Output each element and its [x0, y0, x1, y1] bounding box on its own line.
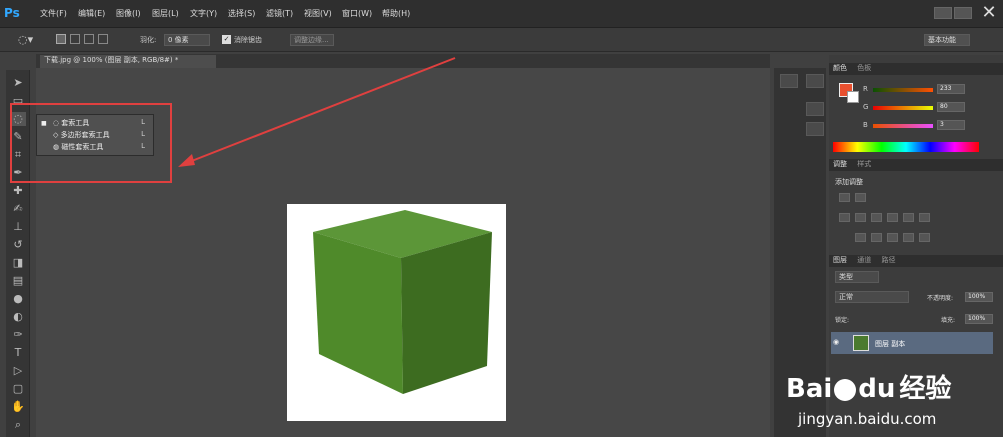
hand-tool-icon[interactable]: ✋ — [10, 400, 26, 414]
tab-swatches[interactable]: 色板 — [857, 64, 871, 72]
vibrance-icon[interactable] — [839, 213, 850, 222]
menu-item[interactable]: 图层(L) — [152, 8, 179, 22]
subtract-selection-icon[interactable] — [84, 34, 94, 44]
b-label: B — [863, 121, 868, 129]
shape-tool-icon[interactable]: ▢ — [10, 382, 26, 396]
posterize-icon[interactable] — [871, 233, 882, 242]
antialias-label: 消除锯齿 — [234, 36, 262, 44]
layer-name[interactable]: 图层 副本 — [875, 339, 905, 349]
photo-filter-icon[interactable] — [903, 213, 914, 222]
menu-item[interactable]: 选择(S) — [228, 8, 255, 22]
red-value-input[interactable]: 233 — [937, 84, 965, 94]
type-tool-icon[interactable]: T — [10, 346, 26, 360]
history-brush-icon[interactable]: ↺ — [10, 238, 26, 252]
fill-label: 填充: — [941, 317, 956, 324]
eye-icon[interactable]: ◉ — [833, 338, 841, 346]
minimize-button[interactable] — [934, 7, 952, 19]
brush-tool-icon[interactable]: ✍ — [10, 202, 26, 216]
dodge-tool-icon[interactable]: ◐ — [10, 310, 26, 324]
document-canvas[interactable] — [287, 204, 506, 421]
close-icon[interactable]: ✕ — [978, 2, 1000, 26]
menu-item[interactable]: 编辑(E) — [78, 8, 105, 22]
invert-icon[interactable] — [855, 233, 866, 242]
path-selection-icon[interactable]: ▷ — [10, 364, 26, 378]
color-balance-icon[interactable] — [871, 213, 882, 222]
refine-edge-button[interactable]: 调整边缘... — [290, 34, 334, 46]
watermark-logo: Bai du 经验 — [786, 374, 952, 404]
selective-color-icon[interactable] — [903, 233, 914, 242]
workspace-select[interactable]: 基本功能 — [924, 34, 970, 46]
feather-label: 羽化: — [140, 36, 157, 44]
antialias-checkbox[interactable]: ✓ — [222, 35, 231, 44]
levels-icon[interactable] — [855, 193, 866, 202]
photoshop-window: Ps 文件(F) 编辑(E) 图像(I) 图层(L) 文字(Y) 选择(S) 滤镜(T) 视图… — [0, 0, 1003, 437]
brightness-icon[interactable] — [839, 193, 850, 202]
black-white-icon[interactable] — [887, 213, 898, 222]
history-panel-icon[interactable] — [780, 74, 798, 88]
menu-item[interactable]: 窗口(W) — [342, 8, 372, 22]
tab-layers[interactable]: 图层 — [833, 256, 847, 264]
menu-item[interactable]: 文字(Y) — [190, 8, 217, 22]
layer-row[interactable]: ◉ 图层 副本 — [831, 332, 993, 354]
maximize-button[interactable] — [954, 7, 972, 19]
menu-item[interactable]: 帮助(H) — [382, 8, 410, 22]
photoshop-logo: Ps — [4, 6, 20, 20]
blur-tool-icon[interactable]: ● — [10, 292, 26, 306]
r-label: R — [863, 85, 868, 93]
add-selection-icon[interactable] — [70, 34, 80, 44]
menu-item[interactable]: 滤镜(T) — [266, 8, 293, 22]
tab-paths[interactable]: 路径 — [881, 256, 895, 264]
properties-panel-icon[interactable] — [806, 74, 824, 88]
move-tool-icon[interactable]: ➤ — [10, 76, 26, 90]
green-cube-image — [313, 210, 492, 394]
layer-filter-select[interactable]: 类型 — [835, 271, 879, 283]
eraser-tool-icon[interactable]: ◨ — [10, 256, 26, 270]
blue-value-input[interactable]: 3 — [937, 120, 965, 130]
hue-saturation-icon[interactable] — [855, 213, 866, 222]
tab-channels[interactable]: 通道 — [857, 256, 871, 264]
opacity-label: 不透明度: — [927, 295, 954, 302]
color-spectrum-bar[interactable] — [833, 142, 979, 152]
clone-stamp-icon[interactable]: ⊥ — [10, 220, 26, 234]
new-selection-icon[interactable] — [56, 34, 66, 44]
threshold-icon[interactable] — [887, 233, 898, 242]
red-slider[interactable] — [873, 88, 933, 92]
green-value-input[interactable]: 80 — [937, 102, 965, 112]
annotation-arrow — [178, 57, 456, 167]
color-panel-header: 颜色 色板 — [829, 63, 1003, 75]
lasso-preset-icon[interactable]: ◌▾ — [18, 33, 38, 47]
watermark-url: jingyan.baidu.com — [798, 410, 937, 428]
channel-mixer-icon[interactable] — [919, 213, 930, 222]
pen-tool-icon[interactable]: ✑ — [10, 328, 26, 342]
baidu-jingyan-watermark: Bai du 经验 jingyan.baidu.com — [780, 368, 1003, 437]
gradient-tool-icon[interactable]: ▤ — [10, 274, 26, 288]
lock-label: 锁定: — [835, 317, 850, 324]
menu-bar — [0, 0, 1003, 28]
menu-item[interactable]: 视图(V) — [304, 8, 332, 22]
healing-brush-icon[interactable]: ✚ — [10, 184, 26, 198]
character-panel-icon[interactable] — [806, 102, 824, 116]
gradient-map-icon[interactable] — [919, 233, 930, 242]
feather-input[interactable]: 0 像素 — [164, 34, 210, 46]
layer-thumbnail — [853, 335, 869, 351]
blue-slider[interactable] — [873, 124, 933, 128]
green-slider[interactable] — [873, 106, 933, 110]
layers-panel-header: 图层 通道 路径 — [829, 255, 1003, 267]
fill-input[interactable]: 100% — [965, 314, 993, 324]
tab-styles[interactable]: 样式 — [857, 160, 871, 168]
paragraph-panel-icon[interactable] — [806, 122, 824, 136]
menu-item[interactable]: 文件(F) — [40, 8, 67, 22]
add-adjustment-label: 添加调整 — [835, 178, 863, 186]
menu-item[interactable]: 图像(I) — [116, 8, 141, 22]
background-color-swatch[interactable] — [847, 91, 859, 103]
opacity-input[interactable]: 100% — [965, 292, 993, 302]
blend-mode-select[interactable]: 正常 — [835, 291, 909, 303]
highlight-box — [10, 103, 172, 183]
adjustments-panel-header: 调整 样式 — [829, 159, 1003, 171]
zoom-tool-icon[interactable]: ⌕ — [10, 418, 26, 432]
g-label: G — [863, 103, 869, 111]
intersect-selection-icon[interactable] — [98, 34, 108, 44]
tab-adjustments[interactable]: 调整 — [833, 160, 847, 168]
tab-color[interactable]: 颜色 — [833, 64, 847, 72]
